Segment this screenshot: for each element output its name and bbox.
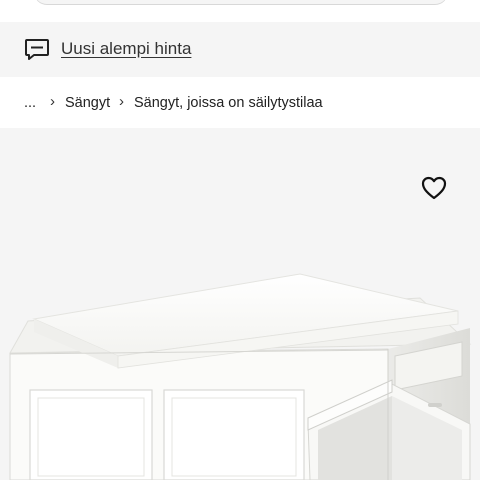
search-area — [0, 0, 480, 14]
chat-bubble-icon — [24, 38, 50, 62]
chevron-right-icon: › — [119, 93, 124, 110]
breadcrumb-more[interactable]: ... — [24, 95, 36, 111]
breadcrumb-beds[interactable]: Sängyt — [65, 95, 110, 111]
breadcrumb: ... › Sängyt › Sängyt, joissa on säilyty… — [0, 92, 480, 116]
product-image[interactable] — [0, 128, 480, 480]
new-lower-price-link[interactable]: Uusi alempi hinta — [61, 39, 191, 59]
chevron-right-icon: › — [50, 93, 55, 110]
breadcrumb-storage-beds[interactable]: Sängyt, joissa on säilytystilaa — [134, 95, 323, 111]
price-notice-bar: Uusi alempi hinta — [0, 22, 480, 77]
search-bar[interactable] — [34, 0, 448, 4]
heart-outline-icon[interactable] — [420, 175, 448, 201]
